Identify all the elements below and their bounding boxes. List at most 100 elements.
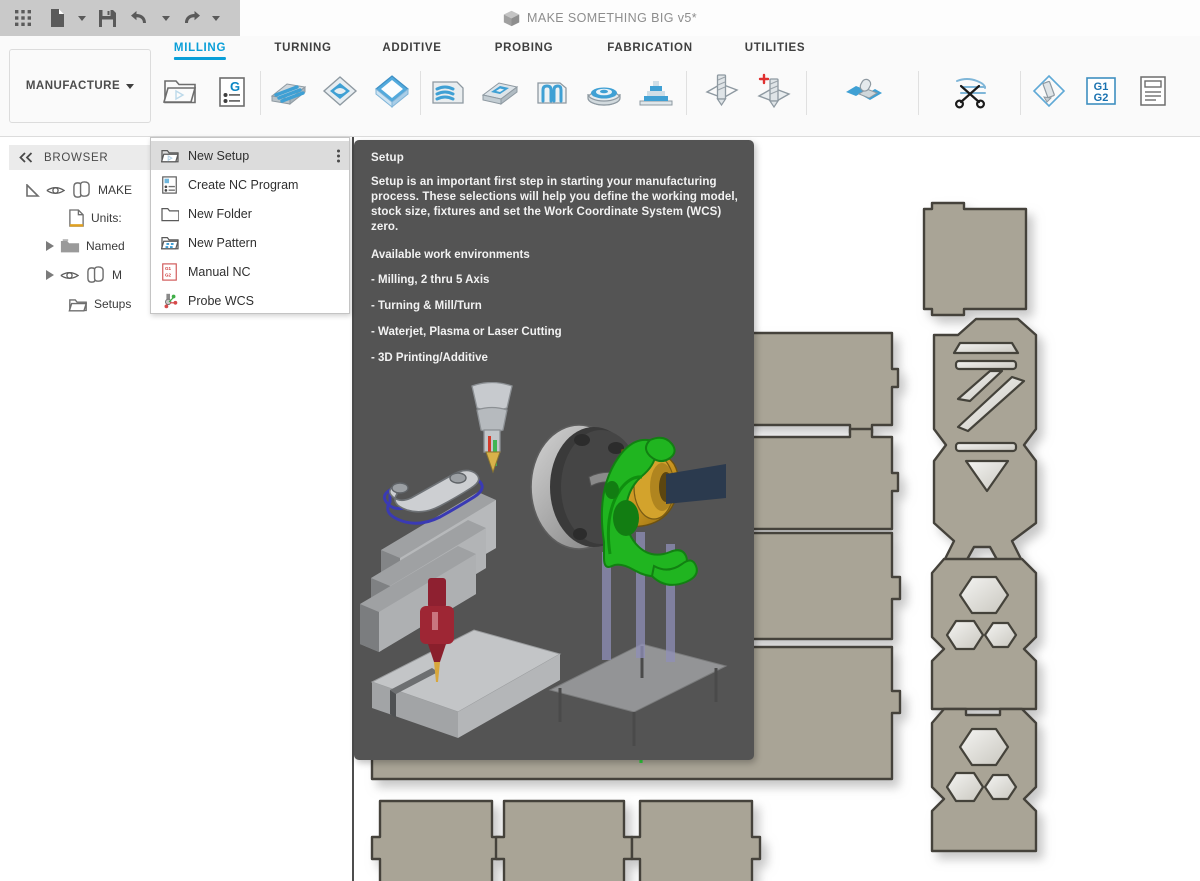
ribbon-group-setup: G [152,67,260,135]
scissors-icon [954,78,986,109]
simulate-icon [1032,74,1066,108]
drill-plus-icon [757,73,791,109]
tree-item-label: Setups [94,297,132,311]
app-grid-button[interactable] [6,3,40,33]
new-file-dropdown-caret[interactable] [74,3,90,33]
new-file-button[interactable] [40,3,74,33]
menu-item-label: New Pattern [188,235,257,250]
expander-expanded-icon[interactable] [26,183,40,197]
tab-milling[interactable]: MILLING [173,42,227,60]
multi-axis-contour-button[interactable] [838,67,888,115]
visibility-eye-icon[interactable] [60,269,79,282]
ribbon-command-row: G G1 G2 [152,67,1198,135]
folder-icon [60,239,80,253]
visibility-eye-icon[interactable] [46,184,65,197]
drill-button[interactable] [697,67,747,115]
trim-toolpath-button[interactable] [946,67,996,115]
tree-item-label: Units: [91,211,122,225]
new-folder-icon [160,204,179,223]
tooltip-bullet-additive: - 3D Printing/Additive [371,352,488,364]
menu-item-label: Create NC Program [188,177,299,192]
ribbon-group-multi-axis [812,67,914,135]
tab-turning[interactable]: TURNING [274,42,331,54]
contour-3d-button[interactable] [579,67,629,115]
parallel-3d-button[interactable] [527,67,577,115]
group-separator [918,71,919,115]
tree-item-label: M [112,268,122,282]
tree-item-units[interactable]: Units: [68,205,174,231]
expander-collapsed-icon[interactable] [46,270,54,280]
expander-collapsed-icon[interactable] [46,241,54,251]
adaptive-clearing-button[interactable] [315,67,365,115]
menu-item-new-setup[interactable]: New Setup [151,141,349,170]
pocket-toolpath-button[interactable] [367,67,417,115]
adaptive-clearing-icon [322,76,358,106]
undo-button[interactable] [124,3,158,33]
pocket-3d-icon [481,82,519,105]
kebab-menu-icon[interactable] [337,149,340,162]
ribbon-group-3d [424,67,680,135]
tree-item-setups[interactable]: Setups [68,291,174,317]
face-toolpath-icon [270,83,307,106]
g-doc-icon: G [219,77,245,107]
bore-button[interactable] [749,67,799,115]
chevron-down-icon [126,83,135,89]
create-nc-program-button[interactable]: G [207,67,257,115]
menu-item-manual-nc[interactable]: G1 G2 Manual NC [151,257,349,286]
double-chevron-left-icon[interactable] [19,152,34,163]
cube-icon [503,10,520,26]
post-process-button[interactable]: G1 G2 [1076,67,1126,115]
parallel-3d-icon [537,82,567,104]
menu-item-label: Manual NC [188,264,251,279]
tab-utilities[interactable]: UTILITIES [745,42,806,54]
contour-3d-icon [587,87,621,106]
menu-item-probe-wcs[interactable]: Probe WCS [151,286,349,315]
tab-fabrication[interactable]: FABRICATION [607,42,692,54]
group-separator [1020,71,1021,115]
drill-icon [705,74,739,107]
fusion360-manufacture-window: MAKE SOMETHING BIG v5* MANUFACTURE MILLI… [0,0,1200,881]
document-title-text: MAKE SOMETHING BIG v5* [527,11,697,25]
adaptive-3d-button[interactable] [423,67,473,115]
setup-sheet-button[interactable] [1128,67,1178,115]
svg-text:G2: G2 [165,272,172,277]
tooltip-subtitle: Available work environments [371,249,530,261]
pocket-toolpath-icon [375,75,409,109]
group-separator [420,71,421,115]
tooltip-bullet-milling: - Milling, 2 thru 5 Axis [371,274,490,286]
ramp-3d-button[interactable] [631,67,681,115]
menu-item-label: Probe WCS [188,293,254,308]
save-button[interactable] [90,3,124,33]
group-separator [806,71,807,115]
tooltip-body: Setup is an important first step in star… [371,176,738,233]
tab-additive[interactable]: ADDITIVE [382,42,441,54]
new-setup-button[interactable] [155,67,205,115]
adaptive-3d-icon [432,81,464,104]
redo-button[interactable] [174,3,208,33]
workspace-selector[interactable]: MANUFACTURE [9,49,151,123]
new-pattern-icon [160,233,179,252]
tooltip-bullet-turning: - Turning & Mill/Turn [371,300,482,312]
menu-item-new-pattern[interactable]: New Pattern [151,228,349,257]
setup-folder-icon [68,298,88,312]
ribbon-group-2d [264,67,416,135]
probe-wcs-icon [160,291,179,310]
multiaxis-icon [846,78,882,100]
menu-item-create-nc-program[interactable]: Create NC Program [151,170,349,199]
tree-item-named-views[interactable]: Named [46,233,174,259]
menu-item-new-folder[interactable]: New Folder [151,199,349,228]
pocket-3d-button[interactable] [475,67,525,115]
simulate-button[interactable] [1024,67,1074,115]
redo-dropdown-caret[interactable] [208,3,224,33]
browser-title: BROWSER [44,151,109,164]
tab-probing[interactable]: PROBING [495,42,554,54]
component-icon [87,266,104,283]
tooltip-illustration [360,382,728,746]
undo-dropdown-caret[interactable] [158,3,174,33]
new-setup-icon [162,80,197,104]
tree-item-model[interactable]: M [46,262,174,288]
svg-text:G1: G1 [165,266,172,271]
tree-item-root[interactable]: MAKE [26,177,174,203]
face-toolpath-button[interactable] [263,67,313,115]
ribbon: MANUFACTURE MILLING TURNING ADDITIVE PRO… [0,36,1200,172]
